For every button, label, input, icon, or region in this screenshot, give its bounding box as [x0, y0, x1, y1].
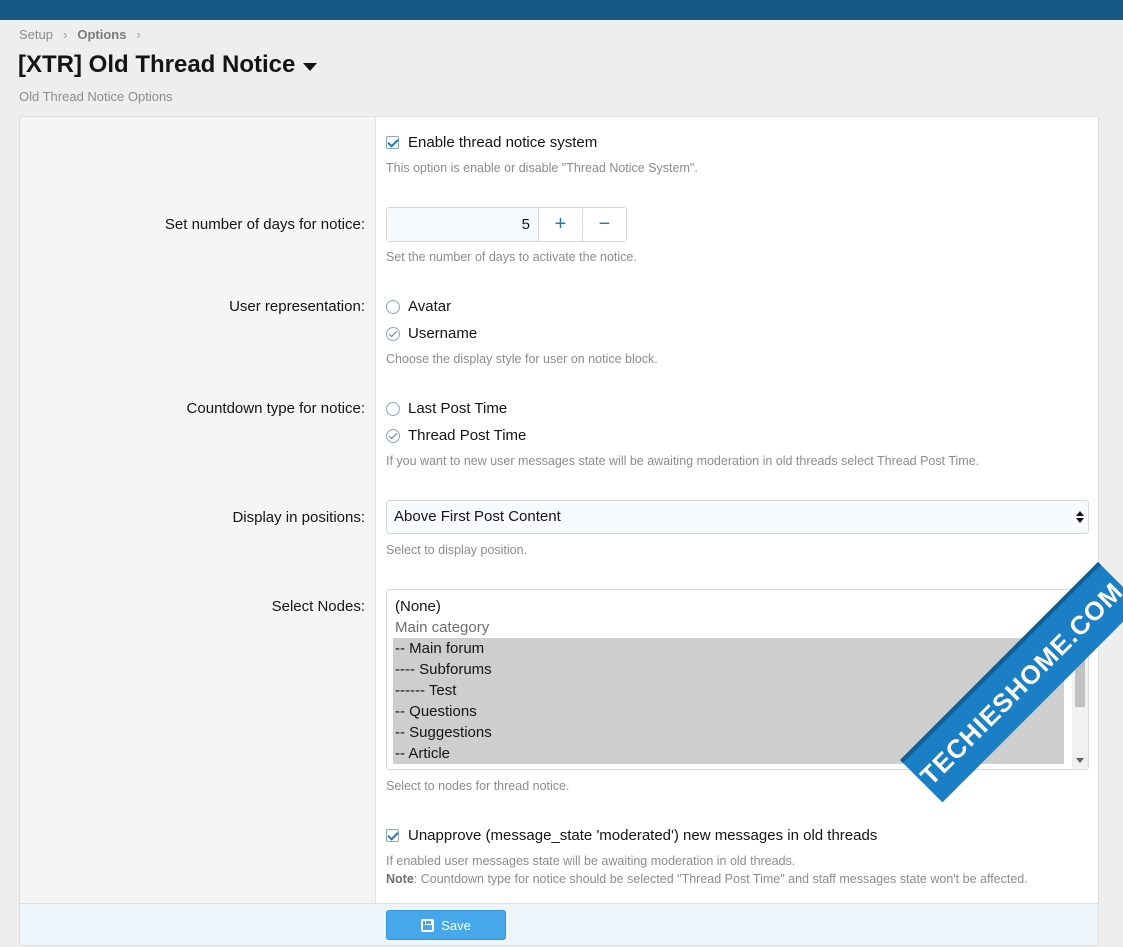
page-title[interactable]: [XTR] Old Thread Notice	[18, 51, 318, 79]
top-bar	[0, 0, 1123, 20]
unapprove-hint: If enabled user messages state will be a…	[386, 854, 796, 868]
list-item[interactable]: -- Main forum	[393, 638, 1064, 659]
note-text: : Countdown type for notice should be se…	[413, 872, 1028, 886]
select-arrows-icon	[1076, 511, 1084, 523]
list-item: Main category	[395, 619, 490, 636]
user-rep-label: User representation:	[229, 298, 365, 315]
user-rep-hint: Choose the display style for user on not…	[386, 352, 658, 366]
breadcrumb-options[interactable]: Options	[77, 27, 126, 42]
breadcrumb: Setup › Options ›	[19, 27, 151, 42]
days-stepper: 5 + −	[386, 207, 627, 242]
list-item[interactable]: ---- Subforums	[393, 659, 1064, 680]
increment-button[interactable]: +	[538, 208, 582, 241]
caret-down-icon[interactable]	[303, 62, 318, 71]
countdown-label: Countdown type for notice:	[186, 400, 365, 417]
enable-notice-checkbox[interactable]	[386, 136, 399, 149]
user-rep-avatar[interactable]: Avatar	[386, 298, 451, 315]
decrement-button[interactable]: −	[582, 208, 626, 241]
scroll-down-icon[interactable]	[1076, 758, 1084, 763]
position-select-value: Above First Post Content	[394, 508, 561, 525]
position-label: Display in positions:	[232, 509, 365, 526]
countdown-thread-post[interactable]: Thread Post Time	[386, 427, 526, 444]
avatar-radio[interactable]	[386, 299, 400, 314]
nodes-hint: Select to nodes for thread notice.	[386, 779, 570, 793]
chevron-right-icon: ›	[62, 27, 68, 42]
enable-notice-label: Enable thread notice system	[408, 134, 598, 151]
user-rep-username[interactable]: Username	[386, 325, 477, 342]
page-description: Old Thread Notice Options	[19, 89, 173, 104]
list-item[interactable]: (None)	[393, 596, 1064, 617]
breadcrumb-setup[interactable]: Setup	[19, 27, 53, 42]
last-post-radio[interactable]	[386, 401, 400, 416]
form-footer: Save	[20, 903, 1098, 945]
thread-post-label: Thread Post Time	[408, 427, 527, 444]
unapprove-checkbox[interactable]	[386, 829, 399, 842]
countdown-last-post[interactable]: Last Post Time	[386, 400, 507, 417]
days-hint: Set the number of days to activate the n…	[386, 250, 637, 264]
avatar-label: Avatar	[408, 298, 452, 315]
days-label: Set number of days for notice:	[164, 216, 365, 233]
chevron-right-icon: ›	[136, 27, 141, 42]
nodes-label: Select Nodes:	[271, 598, 365, 615]
position-select[interactable]: Above First Post Content	[386, 500, 1089, 534]
last-post-label: Last Post Time	[408, 400, 508, 417]
save-button[interactable]: Save	[386, 910, 506, 940]
page-title-text: [XTR] Old Thread Notice	[18, 51, 296, 78]
unapprove-note: Note: Countdown type for notice should b…	[386, 872, 1028, 886]
unapprove-label: Unapprove (message_state 'moderated') ne…	[408, 827, 878, 844]
options-panel: Enable thread notice system This option …	[19, 116, 1099, 946]
unapprove-option[interactable]: Unapprove (message_state 'moderated') ne…	[386, 827, 877, 844]
enable-notice-hint: This option is enable or disable "Thread…	[386, 161, 698, 175]
countdown-hint: If you want to new user messages state w…	[386, 454, 980, 468]
save-label: Save	[441, 917, 471, 933]
days-input[interactable]: 5	[387, 208, 538, 241]
username-label: Username	[408, 325, 478, 342]
floppy-disk-icon	[421, 918, 435, 932]
username-radio[interactable]	[386, 326, 400, 341]
position-hint: Select to display position.	[386, 543, 528, 557]
note-bold: Note	[386, 872, 414, 886]
thread-post-radio[interactable]	[386, 428, 400, 443]
enable-notice-option[interactable]: Enable thread notice system	[386, 134, 597, 151]
